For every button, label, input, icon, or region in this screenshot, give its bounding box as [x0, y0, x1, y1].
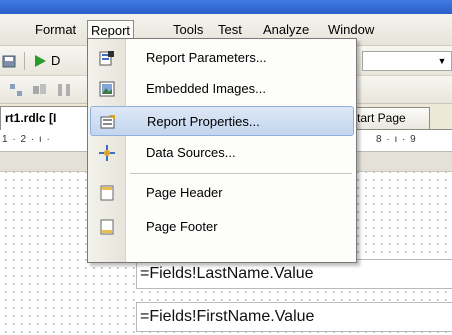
- ruler-left-marks: 1 · 2 · ı ·: [2, 134, 51, 145]
- toolbar-separator: [24, 52, 25, 70]
- textbox-firstname[interactable]: =Fields!FirstName.Value: [136, 302, 452, 332]
- menu-separator: [130, 173, 352, 174]
- textbox-lastname[interactable]: =Fields!LastName.Value: [136, 259, 452, 289]
- chevron-down-icon[interactable]: ▼: [435, 54, 449, 68]
- title-bar: [0, 0, 452, 14]
- size-icon[interactable]: [32, 82, 48, 98]
- report-parameters-icon: [99, 51, 114, 66]
- menu-item-label: Report Parameters...: [146, 50, 267, 65]
- menu-item-label: Report Properties...: [147, 114, 260, 129]
- menu-item-report-properties[interactable]: Report Properties...: [90, 106, 354, 136]
- start-debugging-icon[interactable]: [32, 53, 48, 69]
- save-all-icon[interactable]: [2, 53, 18, 69]
- menu-item-label: Embedded Images...: [146, 81, 266, 96]
- menu-format[interactable]: Format: [32, 20, 79, 42]
- report-menu-dropdown: Report Parameters... Embedded Images... …: [87, 38, 357, 263]
- tab-report-rdlc[interactable]: rt1.rdlc [I: [0, 106, 92, 130]
- report-properties-icon: [100, 115, 115, 129]
- spacing-icon[interactable]: [56, 82, 72, 98]
- tab-start-page[interactable]: tart Page: [346, 107, 430, 129]
- menu-item-label: Page Header: [146, 185, 223, 200]
- data-sources-icon: [99, 145, 115, 161]
- page-footer-icon: [100, 219, 114, 235]
- menu-item-page-header[interactable]: Page Header: [90, 178, 354, 208]
- solution-config-combo[interactable]: ▼: [362, 51, 452, 71]
- menu-item-report-parameters[interactable]: Report Parameters...: [90, 43, 354, 73]
- menu-item-label: Page Footer: [146, 219, 218, 234]
- menu-item-page-footer[interactable]: Page Footer: [90, 212, 354, 242]
- embedded-images-icon: [99, 81, 115, 97]
- menu-item-label: Data Sources...: [146, 145, 236, 160]
- menu-item-data-sources[interactable]: Data Sources...: [90, 138, 354, 168]
- page-header-icon: [100, 185, 114, 201]
- toolbar-config-text: D: [51, 53, 61, 68]
- menu-item-embedded-images[interactable]: Embedded Images...: [90, 74, 354, 104]
- ruler-right-marks: 8 · ı · 9: [376, 134, 417, 145]
- align-icon[interactable]: [8, 82, 24, 98]
